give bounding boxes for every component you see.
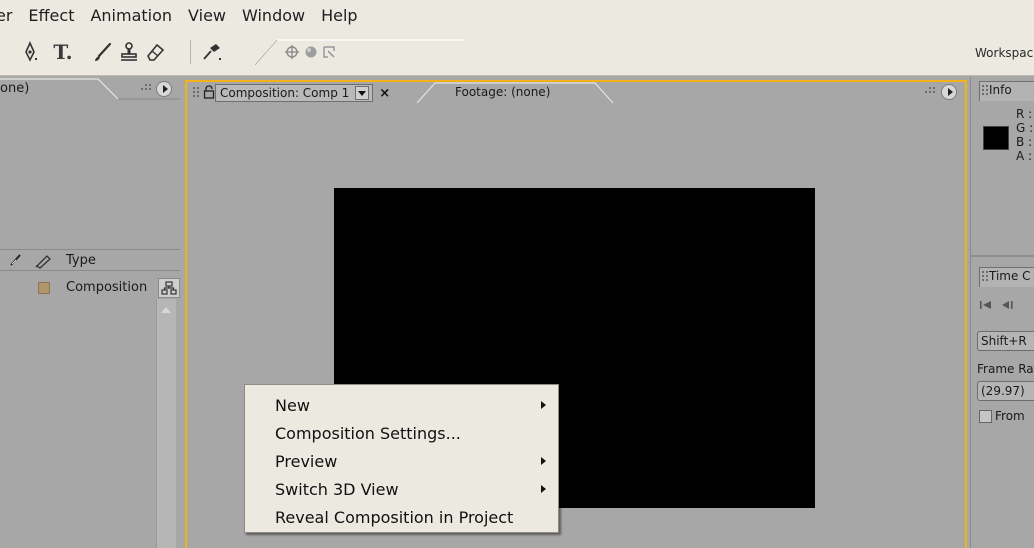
type-tool-icon[interactable]: T. bbox=[48, 39, 78, 65]
menu-animation[interactable]: Animation bbox=[82, 6, 180, 25]
shortcut-field[interactable]: Shift+R bbox=[977, 331, 1034, 351]
panel-divider[interactable] bbox=[971, 255, 1034, 257]
chevron-down-icon[interactable] bbox=[355, 86, 370, 100]
puppet-pin-icon[interactable] bbox=[199, 39, 225, 65]
tools-toolbar: T. Workspac bbox=[0, 30, 1034, 76]
axis-local-icon[interactable] bbox=[283, 39, 301, 65]
panel-grip-icon bbox=[193, 87, 203, 97]
menu-item-label: Reveal Composition in Project bbox=[275, 507, 514, 527]
close-icon[interactable]: × bbox=[379, 86, 390, 101]
composition-tab-label: Composition: Comp 1 bbox=[220, 86, 350, 100]
project-scrollbar[interactable] bbox=[156, 299, 176, 548]
from-current-time-checkbox[interactable] bbox=[979, 410, 992, 423]
table-row[interactable]: Composition bbox=[0, 278, 180, 298]
eraser-icon[interactable] bbox=[143, 39, 167, 65]
channel-g: G : bbox=[1016, 121, 1034, 135]
menu-item-label: Preview bbox=[275, 451, 338, 471]
previous-frame-icon[interactable] bbox=[1001, 299, 1015, 311]
composition-tabbar: Composition: Comp 1 × Footage: (none) bbox=[187, 82, 965, 104]
label-color-swatch[interactable] bbox=[38, 282, 50, 294]
info-tab-label: Info bbox=[989, 83, 1012, 97]
frame-rate-label: Frame Ra bbox=[977, 362, 1034, 376]
axis-world-icon[interactable] bbox=[303, 39, 319, 65]
menu-window[interactable]: Window bbox=[234, 6, 313, 25]
label-column-icon[interactable] bbox=[10, 253, 24, 270]
context-menu: New Composition Settings... Preview Swit… bbox=[244, 384, 559, 533]
submenu-arrow-icon bbox=[541, 401, 546, 409]
menu-item-composition-settings[interactable]: Composition Settings... bbox=[245, 419, 558, 447]
time-controls-tab-label: Time C bbox=[989, 269, 1031, 283]
menu-view[interactable]: View bbox=[180, 6, 234, 25]
menu-item-label: Switch 3D View bbox=[275, 479, 399, 499]
submenu-arrow-icon bbox=[541, 457, 546, 465]
panel-grip-icon bbox=[925, 87, 935, 97]
pen-tool-icon[interactable] bbox=[18, 39, 42, 65]
from-checkbox-label: From bbox=[995, 409, 1025, 423]
menu-help[interactable]: Help bbox=[313, 6, 365, 25]
right-panel: Info R : G : B : A : Time C Shift+R Fram… bbox=[970, 77, 1034, 548]
menu-bar: er Effect Animation View Window Help bbox=[0, 0, 1034, 30]
first-frame-icon[interactable] bbox=[979, 299, 993, 311]
comment-column-icon[interactable] bbox=[34, 253, 52, 272]
toolbar-separator bbox=[190, 40, 191, 64]
info-channels: R : G : B : A : bbox=[1016, 107, 1033, 163]
type-column-header[interactable]: Type bbox=[66, 253, 96, 268]
project-panel-tabbar: one) bbox=[0, 77, 180, 101]
channel-r: R : bbox=[1016, 107, 1033, 121]
frame-rate-select[interactable]: (29.97) bbox=[977, 381, 1034, 401]
menu-item-label: New bbox=[275, 395, 310, 415]
project-tab-label[interactable]: one) bbox=[0, 81, 29, 96]
project-panel: one) Type Composition bbox=[0, 77, 180, 548]
panel-grip-icon bbox=[141, 84, 151, 94]
tab-footage[interactable]: Footage: (none) bbox=[455, 85, 550, 99]
menu-layer[interactable]: er bbox=[0, 6, 20, 25]
menu-effect[interactable]: Effect bbox=[20, 6, 82, 25]
clone-stamp-icon[interactable] bbox=[117, 39, 141, 65]
menu-item-label: Composition Settings... bbox=[275, 423, 461, 443]
color-swatch bbox=[983, 126, 1009, 150]
channel-b: B : bbox=[1016, 135, 1033, 149]
axis-view-icon[interactable] bbox=[321, 39, 337, 65]
flowchart-icon[interactable] bbox=[158, 278, 180, 298]
row-type-cell: Composition bbox=[66, 280, 148, 295]
workspace-label[interactable]: Workspac bbox=[975, 46, 1033, 60]
menu-item-switch-3d-view[interactable]: Switch 3D View bbox=[245, 475, 558, 503]
tab-composition[interactable]: Composition: Comp 1 × bbox=[215, 83, 390, 103]
channel-a: A : bbox=[1016, 149, 1033, 163]
submenu-arrow-icon bbox=[541, 485, 546, 493]
lock-icon[interactable] bbox=[203, 85, 215, 102]
axis-mode-group bbox=[255, 38, 465, 66]
menu-item-reveal-composition[interactable]: Reveal Composition in Project bbox=[245, 503, 558, 531]
menu-item-new[interactable]: New bbox=[245, 391, 558, 419]
project-column-header: Type bbox=[0, 249, 180, 271]
panel-menu-icon[interactable] bbox=[156, 81, 172, 97]
panel-menu-icon[interactable] bbox=[941, 84, 957, 100]
scroll-up-arrow-icon[interactable] bbox=[157, 303, 175, 317]
brush-tool-icon[interactable] bbox=[91, 39, 115, 65]
menu-item-preview[interactable]: Preview bbox=[245, 447, 558, 475]
